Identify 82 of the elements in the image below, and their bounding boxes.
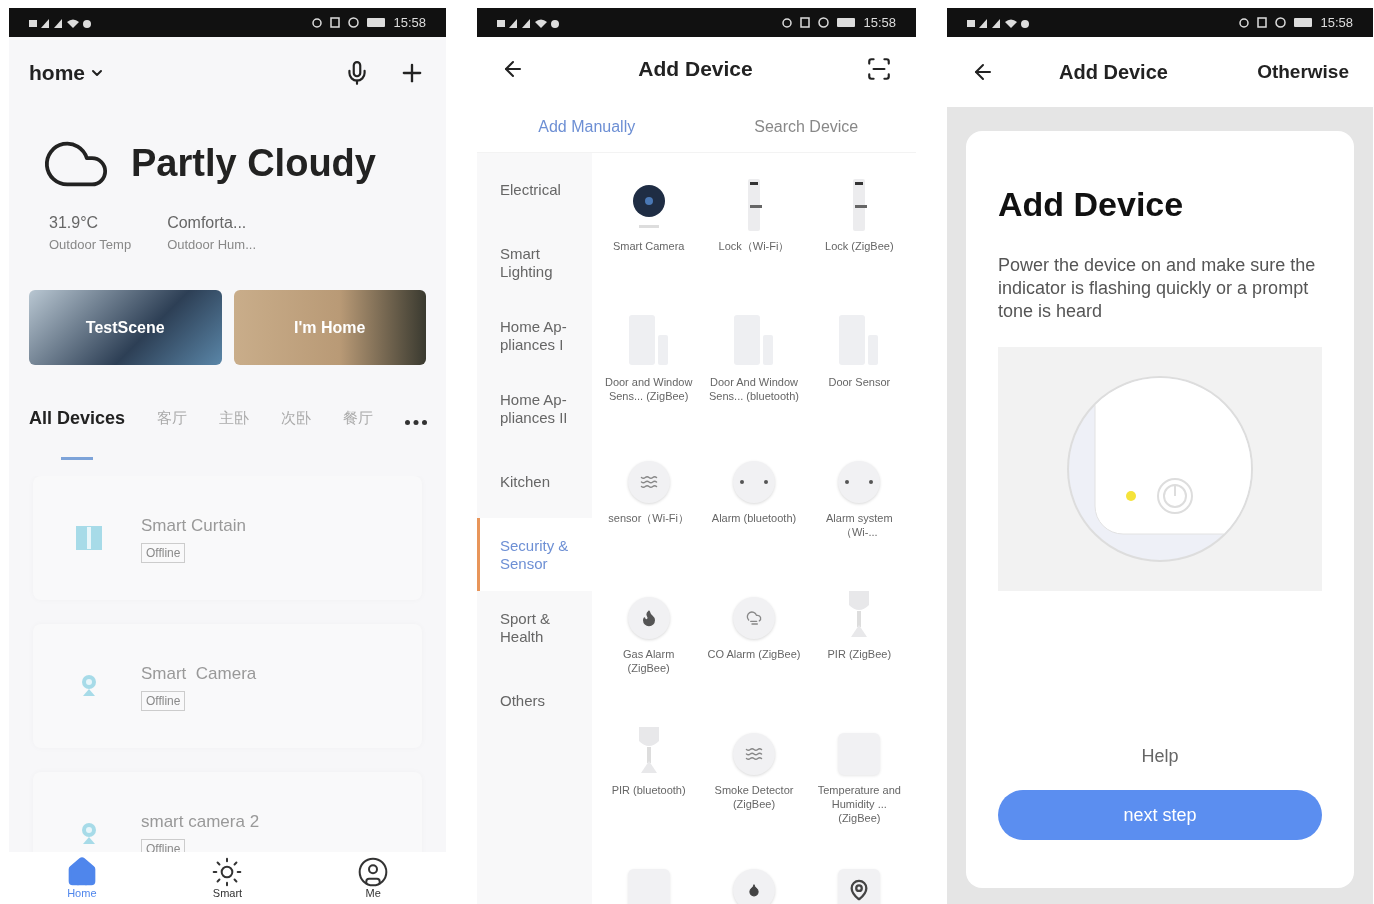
weather-value: Comforta... (167, 212, 248, 233)
scene-name: I'm Home (294, 317, 366, 338)
device-type-label[interactable]: Temperature and Humidity ... (ZigBee) (811, 783, 908, 825)
card-heading: Add Device (998, 184, 1185, 225)
tab-underline (61, 457, 94, 460)
device-type-label[interactable]: Door Sensor (811, 375, 908, 389)
scene-name: TestScene (85, 317, 165, 338)
screen-title: Add Device (1059, 60, 1168, 85)
device-type-label[interactable]: Door And Window Sens... (bluetooth) (706, 375, 802, 403)
waves-icon (733, 733, 775, 775)
category-item[interactable]: Kitchen (477, 445, 592, 518)
weather-condition: Partly Cloudy (131, 141, 376, 186)
status-time: 15:58 (393, 13, 426, 32)
screen-title: Add Device (638, 56, 753, 83)
battery-icon (367, 18, 386, 27)
nav-tab[interactable]: Home (65, 856, 98, 899)
eye-icon (1239, 17, 1250, 28)
camera-icon (80, 822, 98, 846)
category-item[interactable]: Security & Sensor (477, 518, 592, 591)
category-item[interactable]: Sport & Health (477, 591, 592, 664)
device-type-label[interactable]: Smoke Detector (ZigBee) (706, 783, 802, 811)
weather-value: 31.9°C (49, 212, 100, 233)
mode-tab[interactable]: Search Device (754, 114, 859, 139)
device-type-label[interactable]: Alarm (bluetooth) (706, 511, 802, 525)
more-icon[interactable] (405, 420, 428, 425)
device-type-label[interactable]: sensor（Wi-Fi） (600, 511, 697, 525)
alarm-clock-icon (818, 17, 830, 28)
category-item[interactable]: Home Ap-pliances I (477, 299, 592, 372)
category-item[interactable]: Others (477, 664, 592, 737)
home-selector[interactable]: home (29, 57, 105, 89)
device-type-label[interactable]: Door and Window Sens... (ZigBee) (600, 375, 697, 403)
nfc-icon (800, 17, 811, 28)
device-type-label[interactable]: Smart Camera (600, 239, 697, 253)
device-type-label[interactable]: Lock（Wi-Fi） (706, 239, 802, 253)
instruction-text: Power the device on and make sure the indicator is flashing quickly or a prompt tone is heard (998, 254, 1317, 323)
nfc-icon (1257, 17, 1268, 28)
device-type-label[interactable]: PIR (ZigBee) (811, 647, 908, 661)
flame-icon (627, 597, 670, 639)
room-tab[interactable]: All Devices (29, 405, 126, 440)
battery-icon (1294, 18, 1313, 27)
otherwise-link[interactable]: Otherwise (1257, 57, 1349, 87)
profile-icon (357, 856, 390, 888)
category-item[interactable]: Home Ap-pliances II (477, 372, 592, 445)
curtain-icon (75, 525, 103, 551)
cloud-icon (733, 597, 775, 639)
help-link[interactable]: Help (1141, 743, 1179, 770)
weather-label: Outdoor Hum... (167, 235, 256, 254)
status-tag: Offline (141, 542, 186, 563)
nav-tab[interactable]: Me (357, 856, 390, 899)
category-item[interactable]: Electrical (477, 153, 592, 226)
device-type-label[interactable]: Lock (ZigBee) (811, 239, 908, 253)
device-type-label[interactable]: Gas Alarm (ZigBee) (600, 647, 697, 675)
alarm-icon (838, 461, 881, 503)
alarm-clock-icon (348, 17, 360, 28)
location-pin-icon (838, 869, 881, 904)
nfc-icon (330, 17, 341, 28)
status-time: 15:58 (863, 13, 896, 32)
weather-label: Outdoor Temp (49, 235, 132, 254)
device-name: Smart Curtain (141, 515, 246, 538)
device-type-label[interactable]: PIR (bluetooth) (600, 783, 697, 797)
drop-icon (733, 869, 775, 904)
category-item[interactable]: Smart Lighting (477, 226, 592, 299)
device-name: Smart Camera (141, 663, 257, 686)
mode-tab[interactable]: Add Manually (538, 114, 636, 139)
alarm-clock-icon (1275, 17, 1287, 28)
eye-icon (312, 17, 323, 28)
status-tag: Offline (141, 690, 186, 711)
device-type-label[interactable]: Alarm system（Wi-... (811, 511, 908, 539)
eye-icon (782, 17, 793, 28)
device-type-label[interactable]: CO Alarm (ZigBee) (706, 647, 802, 661)
waves-icon (627, 461, 670, 503)
scan-icon[interactable] (866, 56, 892, 82)
scene-card[interactable]: TestScene (29, 290, 222, 365)
alarm-icon (733, 461, 775, 503)
sun-icon (211, 856, 244, 888)
next-step-button[interactable]: next step (998, 790, 1322, 840)
nav-tab[interactable]: Smart (211, 856, 244, 899)
device-name: smart camera 2 (141, 811, 260, 834)
status-time: 15:58 (1320, 13, 1353, 32)
battery-icon (837, 18, 856, 27)
camera-icon (80, 674, 98, 698)
camera-icon (630, 183, 667, 231)
